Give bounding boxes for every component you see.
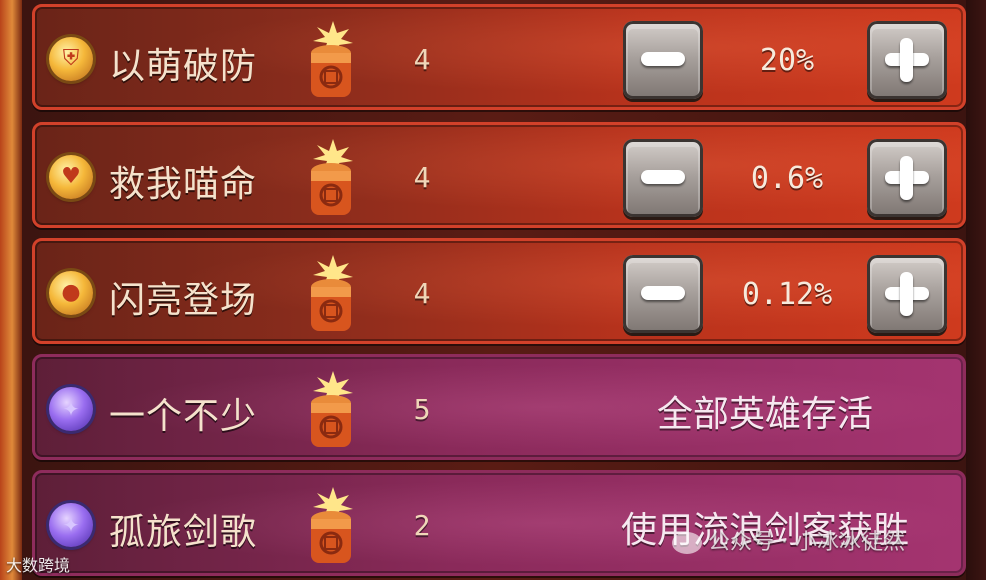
purple-orb-icon: ✦ bbox=[49, 503, 93, 547]
heart-shield-icon: ♥ bbox=[49, 155, 93, 199]
firecracker-icon bbox=[311, 255, 353, 331]
increase-button[interactable] bbox=[867, 255, 947, 333]
watermark-right-text: 公众号 · 小冰冰徒然 bbox=[708, 530, 905, 555]
modifier-value: 0.6% bbox=[750, 161, 824, 196]
firecracker-icon bbox=[311, 487, 353, 563]
minus-icon bbox=[641, 286, 685, 300]
minus-icon bbox=[641, 52, 685, 66]
challenge-name: 孤旅剑歌 bbox=[109, 512, 258, 553]
modifier-row-2: ♥ 救我喵命 4 0.6% bbox=[32, 122, 966, 228]
modifier-row-3: ● 闪亮登场 4 0.12% bbox=[32, 238, 966, 344]
gourd-icon: ● bbox=[49, 271, 93, 315]
broken-shield-icon: ⛨ bbox=[49, 37, 93, 81]
decrease-button[interactable] bbox=[623, 21, 703, 99]
firecracker-icon bbox=[311, 371, 353, 447]
firecracker-icon bbox=[311, 139, 353, 215]
purple-orb-icon: ✦ bbox=[49, 387, 93, 431]
wechat-icon bbox=[672, 532, 702, 554]
challenge-row-2: ✦ 孤旅剑歌 2 使用流浪剑客获胜 bbox=[32, 470, 966, 576]
modifier-name: 救我喵命 bbox=[109, 164, 258, 205]
challenge-condition: 全部英雄存活 bbox=[656, 394, 873, 435]
firecracker-count: 5 bbox=[413, 393, 431, 426]
firecracker-icon bbox=[311, 21, 353, 97]
firecracker-count: 4 bbox=[413, 161, 431, 194]
right-frame-edge bbox=[966, 0, 986, 580]
decrease-button[interactable] bbox=[623, 139, 703, 217]
challenge-row-1: ✦ 一个不少 5 全部英雄存活 bbox=[32, 354, 966, 460]
left-frame-edge bbox=[0, 0, 22, 580]
firecracker-count: 4 bbox=[413, 277, 431, 310]
increase-button[interactable] bbox=[867, 139, 947, 217]
minus-icon bbox=[641, 170, 685, 184]
modifier-row-1: ⛨ 以萌破防 4 20% bbox=[32, 4, 966, 110]
challenge-name: 一个不少 bbox=[109, 396, 258, 437]
firecracker-count: 2 bbox=[413, 509, 431, 542]
modifier-name: 闪亮登场 bbox=[109, 280, 258, 321]
increase-button[interactable] bbox=[867, 21, 947, 99]
modifier-value: 20% bbox=[759, 43, 815, 78]
decrease-button[interactable] bbox=[623, 255, 703, 333]
firecracker-count: 4 bbox=[413, 43, 431, 76]
modifier-name: 以萌破防 bbox=[109, 46, 258, 87]
watermark-left: 大数跨境 bbox=[6, 556, 71, 575]
watermark-right: 公众号 · 小冰冰徒然 bbox=[672, 524, 905, 556]
modifier-value: 0.12% bbox=[741, 277, 833, 312]
